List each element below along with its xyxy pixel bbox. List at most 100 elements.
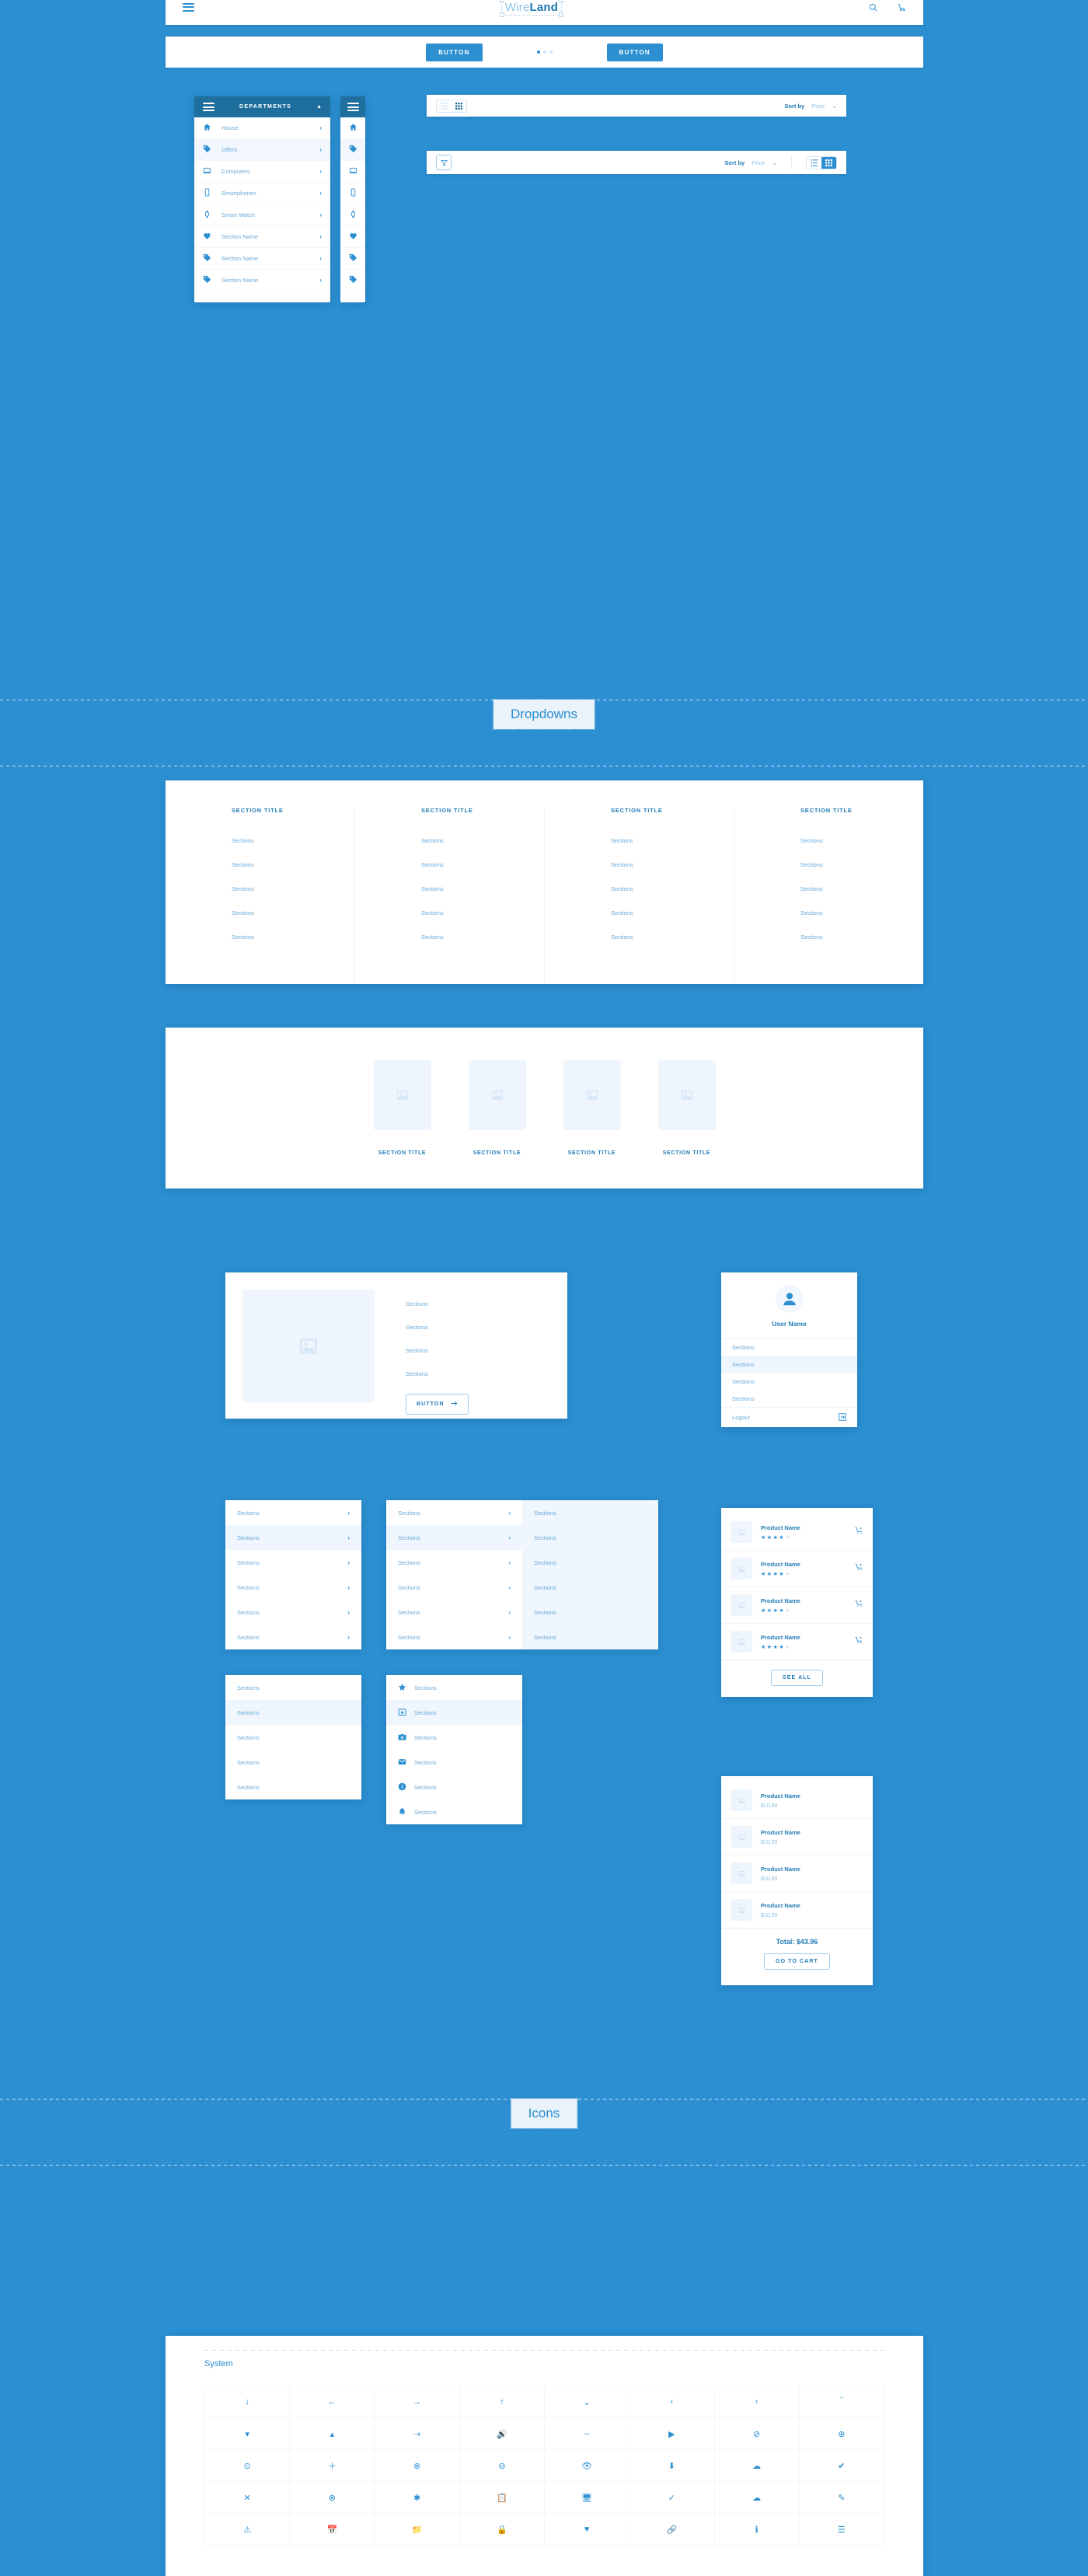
mega-menu-link[interactable]: Sections: [611, 885, 734, 892]
grid-view-icon[interactable]: [821, 156, 836, 169]
chevron-right-icon[interactable]: ›: [319, 124, 322, 131]
list-item[interactable]: Sections: [522, 1525, 658, 1550]
filter-icon[interactable]: [436, 155, 452, 170]
mega-menu-link[interactable]: Sections: [800, 861, 923, 868]
see-all-button[interactable]: SEE ALL: [771, 1670, 823, 1686]
list-item[interactable]: Sections: [522, 1575, 658, 1600]
list-item[interactable]: Sections ›: [225, 1575, 361, 1600]
product-row[interactable]: Product Name ★ ★ ★ ★ ★: [721, 1514, 873, 1551]
icon-cell[interactable]: 📁: [375, 2514, 460, 2546]
departments-header[interactable]: DEPARTMENTS ▲: [194, 96, 330, 117]
chevron-right-icon[interactable]: ›: [508, 1534, 511, 1541]
chevron-right-icon[interactable]: ›: [347, 1559, 350, 1566]
cart-row[interactable]: Product Name $10.99: [721, 1892, 873, 1929]
chevron-down-icon[interactable]: ⌄: [832, 103, 837, 110]
chevron-right-icon[interactable]: ›: [319, 211, 322, 218]
thumbnail-card[interactable]: SECTION TITLE: [563, 1060, 621, 1156]
icon-cell[interactable]: ▶: [629, 2418, 715, 2450]
cart-row[interactable]: Product Name $10.99: [721, 1819, 873, 1855]
mega-menu-link[interactable]: Sections: [421, 909, 544, 916]
thumbnail-card[interactable]: SECTION TITLE: [657, 1060, 716, 1156]
chevron-right-icon[interactable]: ›: [508, 1634, 511, 1641]
mini-department-item[interactable]: [340, 270, 365, 291]
logout-icon[interactable]: [839, 1411, 846, 1425]
logout-row[interactable]: Logout: [721, 1407, 857, 1427]
sort-value[interactable]: Price: [751, 159, 765, 166]
cart-icon[interactable]: [898, 3, 906, 12]
chevron-down-icon[interactable]: ⌄: [772, 159, 777, 166]
chevron-right-icon[interactable]: ›: [508, 1559, 511, 1566]
mini-hamburger-header[interactable]: [340, 96, 365, 117]
sort-value[interactable]: Price: [811, 103, 825, 110]
cart-row[interactable]: Product Name $10.99: [721, 1782, 873, 1819]
icon-cell[interactable]: 🔊: [459, 2418, 545, 2450]
list-item[interactable]: Sections: [522, 1600, 658, 1625]
mega-menu-link[interactable]: Sections: [421, 837, 544, 844]
icon-cell[interactable]: ✓: [629, 2482, 715, 2514]
mega-menu-link[interactable]: Sections: [611, 837, 734, 844]
chevron-right-icon[interactable]: ›: [319, 255, 322, 262]
icon-cell[interactable]: ⌄: [545, 2386, 630, 2418]
icon-cell[interactable]: ›: [714, 2386, 800, 2418]
icon-cell[interactable]: ⊕: [799, 2418, 884, 2450]
list-item[interactable]: Sections ›: [225, 1600, 361, 1625]
mini-department-item[interactable]: [340, 183, 365, 204]
icon-cell[interactable]: ♥: [545, 2514, 630, 2546]
cart-row[interactable]: Product Name $10.99: [721, 1855, 873, 1892]
user-menu-item[interactable]: Sections: [721, 1373, 857, 1390]
chevron-right-icon[interactable]: ›: [508, 1510, 511, 1517]
chevron-right-icon[interactable]: ›: [347, 1534, 350, 1541]
product-row[interactable]: Product Name ★ ★ ★ ★ ★: [721, 1587, 873, 1624]
mega-menu-link[interactable]: Sections: [611, 909, 734, 916]
mega-menu-link[interactable]: Sections: [232, 909, 354, 916]
mega-menu-link[interactable]: Sections: [800, 909, 923, 916]
icon-cell[interactable]: ✔: [799, 2450, 884, 2482]
list-item[interactable]: Sections: [386, 1775, 522, 1799]
icon-cell[interactable]: ‹: [629, 2386, 715, 2418]
list-item[interactable]: Sections: [522, 1500, 658, 1525]
icon-cell[interactable]: ⊘: [714, 2418, 800, 2450]
mini-department-item[interactable]: [340, 139, 365, 161]
department-item[interactable]: Offers ›: [194, 139, 330, 161]
icon-cell[interactable]: ✕: [205, 2482, 291, 2514]
list-item[interactable]: Sections: [522, 1625, 658, 1649]
list-item[interactable]: Sections: [225, 1675, 361, 1700]
icon-cell[interactable]: ←: [290, 2386, 375, 2418]
icon-cell[interactable]: ▾: [205, 2418, 291, 2450]
chevron-right-icon[interactable]: ›: [508, 1609, 511, 1616]
mini-department-item[interactable]: [340, 161, 365, 183]
icon-cell[interactable]: ℹ: [714, 2514, 800, 2546]
hamburger-icon[interactable]: [183, 2, 194, 12]
product-row[interactable]: Product Name ★ ★ ★ ★ ★: [721, 1551, 873, 1587]
chevron-right-icon[interactable]: ›: [319, 190, 322, 197]
department-item[interactable]: Smart Watch ›: [194, 204, 330, 226]
list-item[interactable]: Sections ›: [386, 1550, 522, 1575]
department-item[interactable]: House ›: [194, 117, 330, 139]
hamburger-icon[interactable]: [347, 103, 359, 111]
icon-cell[interactable]: ☁: [714, 2482, 800, 2514]
promo-link[interactable]: Sections: [406, 1347, 469, 1354]
chevron-right-icon[interactable]: ›: [319, 146, 322, 153]
chevron-right-icon[interactable]: ›: [347, 1609, 350, 1616]
promo-link[interactable]: Sections: [406, 1300, 469, 1307]
list-view-icon[interactable]: [437, 100, 452, 112]
user-menu-item[interactable]: Sections: [721, 1339, 857, 1356]
list-item[interactable]: Sections ›: [386, 1500, 522, 1525]
add-to-cart-icon[interactable]: [855, 1598, 863, 1612]
icon-cell[interactable]: ⊗: [290, 2482, 375, 2514]
view-mode-toggle[interactable]: [436, 99, 467, 113]
icon-cell[interactable]: 📋: [459, 2482, 545, 2514]
mega-menu-link[interactable]: Sections: [611, 934, 734, 941]
thumbnail-card[interactable]: SECTION TITLE: [373, 1060, 431, 1156]
product-row[interactable]: Product Name ★ ★ ★ ★ ★: [721, 1624, 873, 1660]
promo-button[interactable]: BUTTON: [406, 1394, 469, 1415]
icon-cell[interactable]: –: [545, 2418, 630, 2450]
mega-menu-link[interactable]: Sections: [611, 861, 734, 868]
icon-cell[interactable]: ↑: [459, 2386, 545, 2418]
list-item[interactable]: Sections: [386, 1675, 522, 1700]
search-icon[interactable]: [869, 3, 877, 12]
icon-cell[interactable]: ▴: [290, 2418, 375, 2450]
hamburger-icon[interactable]: [203, 103, 214, 111]
mini-department-item[interactable]: [340, 204, 365, 226]
department-item[interactable]: Section Name ›: [194, 226, 330, 248]
